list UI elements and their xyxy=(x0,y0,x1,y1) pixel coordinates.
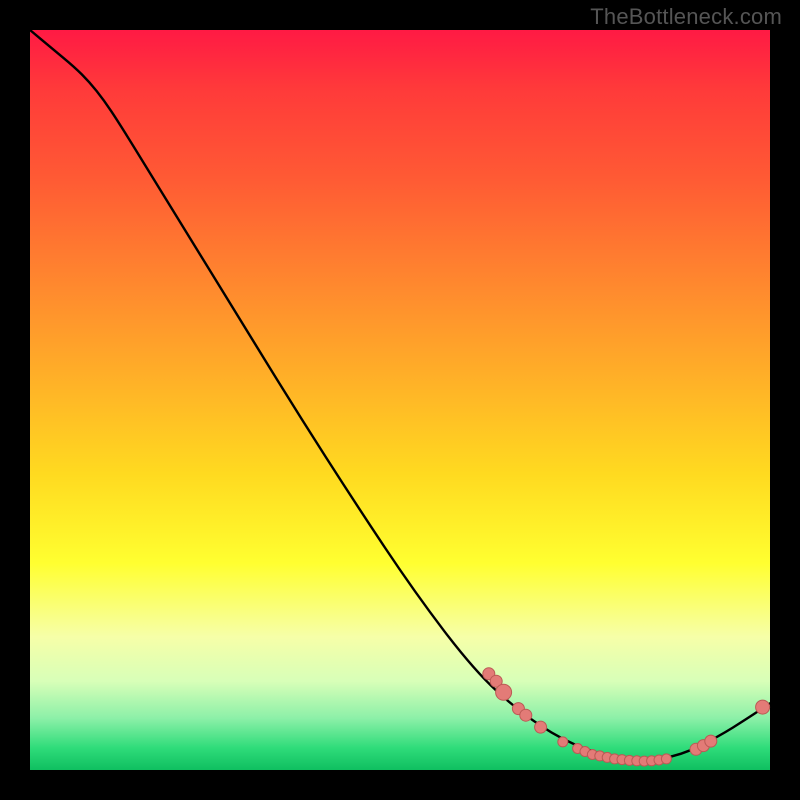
bottleneck-curve xyxy=(30,30,770,760)
data-marker xyxy=(535,721,547,733)
data-marker xyxy=(661,754,671,764)
watermark-text: TheBottleneck.com xyxy=(590,4,782,30)
chart-frame: TheBottleneck.com xyxy=(0,0,800,800)
data-markers xyxy=(483,668,770,766)
data-marker xyxy=(520,709,532,721)
data-marker xyxy=(496,684,512,700)
chart-overlay xyxy=(30,30,770,770)
data-marker xyxy=(558,737,568,747)
data-marker xyxy=(756,700,770,714)
plot-area xyxy=(30,30,770,770)
data-marker xyxy=(705,735,717,747)
